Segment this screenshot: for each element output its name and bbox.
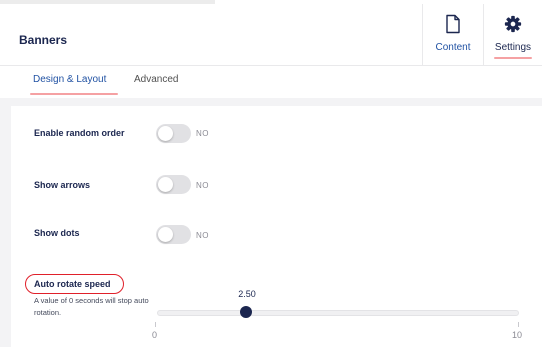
toggle-knob (158, 227, 173, 242)
settings-app-button[interactable]: Settings (484, 4, 542, 65)
tab-bar: Design & Layout Advanced (0, 66, 542, 98)
random-order-label: Enable random order (34, 128, 125, 138)
auto-rotate-description: A value of 0 seconds will stop auto rota… (34, 296, 149, 317)
slider-max-tick (518, 322, 519, 327)
random-order-toggle[interactable] (156, 124, 191, 143)
editor-header: Banners Content Settings (0, 4, 542, 66)
slider-max-label: 10 (512, 330, 523, 340)
auto-rotate-label: Auto rotate speed (34, 279, 111, 289)
tab-design-layout[interactable]: Design & Layout (33, 74, 106, 85)
content-app-button[interactable]: Content (422, 4, 484, 65)
settings-app-label: Settings (494, 42, 532, 53)
settings-active-indicator (494, 57, 532, 59)
random-order-state: NO (196, 129, 209, 138)
slider-min-label: 0 (152, 330, 158, 340)
show-arrows-toggle[interactable] (156, 175, 191, 194)
slider-min-tick (155, 322, 156, 327)
slider-value-bubble: 2.50 (238, 289, 256, 299)
gear-icon (504, 15, 522, 33)
show-arrows-state: NO (196, 181, 209, 190)
page-title: Banners (19, 33, 68, 47)
auto-rotate-slider-track[interactable] (157, 310, 519, 316)
toggle-knob (158, 177, 173, 192)
tab-advanced[interactable]: Advanced (134, 74, 178, 85)
toggle-knob (158, 126, 173, 141)
show-dots-toggle[interactable] (156, 225, 191, 244)
active-tab-indicator (30, 93, 118, 95)
auto-rotate-slider-handle[interactable] (240, 306, 252, 318)
show-arrows-label: Show arrows (34, 180, 91, 190)
show-dots-label: Show dots (34, 228, 80, 238)
document-icon (446, 14, 460, 34)
show-dots-state: NO (196, 231, 209, 240)
content-app-label: Content (435, 42, 471, 53)
